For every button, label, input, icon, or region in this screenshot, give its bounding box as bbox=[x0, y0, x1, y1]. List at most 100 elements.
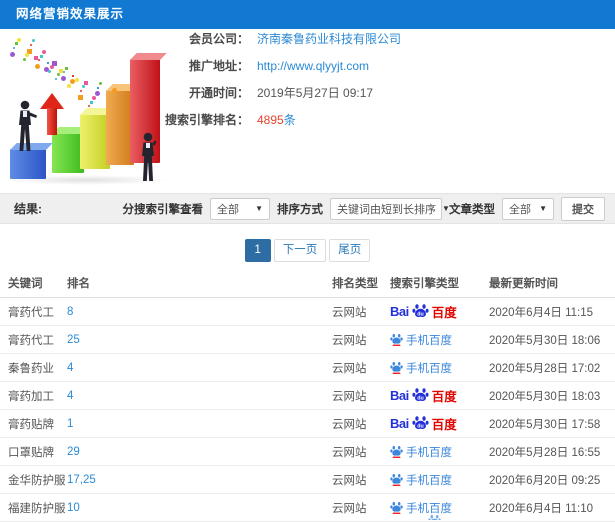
up-arrow-icon bbox=[40, 93, 64, 135]
col-header-rank: 排名 bbox=[67, 269, 332, 298]
confetti-dot bbox=[56, 73, 60, 77]
rank-type-cell: 云网站 bbox=[332, 381, 390, 410]
confetti-dot bbox=[37, 59, 40, 62]
confetti-dot bbox=[39, 54, 43, 58]
engine-filter-value: 全部 bbox=[217, 203, 239, 216]
rank-link[interactable]: 17,25 bbox=[67, 474, 96, 486]
engine-cell: 手机百度 bbox=[390, 325, 489, 354]
updated-cell: 2020年5月28日 17:02 bbox=[489, 353, 615, 382]
businessman-pointing-icon bbox=[19, 100, 37, 151]
baidu-paw-icon bbox=[390, 501, 403, 514]
next-page-button[interactable]: 下一页 bbox=[273, 239, 327, 262]
rank-cell: 17,25 bbox=[67, 465, 332, 494]
confetti-dot bbox=[31, 39, 35, 43]
confetti-dot bbox=[12, 47, 15, 50]
rank-link[interactable]: 8 bbox=[67, 306, 73, 318]
article-type-select[interactable]: 全部 ▼ bbox=[502, 197, 554, 220]
baidu-paw-icon: du bbox=[412, 388, 429, 401]
confetti-dot bbox=[71, 74, 74, 77]
engine-cell: 手机百度 bbox=[390, 437, 489, 466]
engine-cell: 手机百度 bbox=[390, 465, 489, 494]
confetti-dot bbox=[47, 69, 51, 73]
confetti-dot bbox=[79, 89, 82, 92]
updated-cell: 2020年6月20日 09:25 bbox=[489, 465, 615, 494]
svg-text:du: du bbox=[417, 423, 423, 429]
bar-chart-illustration bbox=[0, 35, 178, 187]
sort-filter-label: 排序方式 bbox=[277, 203, 323, 216]
rank-link[interactable]: 4 bbox=[67, 362, 73, 374]
baidu-pc-logo: Bai du 百度 bbox=[390, 304, 457, 320]
article-type-value: 全部 bbox=[509, 203, 531, 216]
submit-button[interactable]: 提交 bbox=[561, 196, 605, 221]
filter-controls: 分搜索引擎查看 全部 ▼ 排序方式 关键词由短到长排序 ▼ 文章类型 全部 ▼ 提交 bbox=[122, 196, 605, 221]
confetti-dot bbox=[96, 86, 99, 89]
filter-bar: 结果: 分搜索引擎查看 全部 ▼ 排序方式 关键词由短到长排序 ▼ 文章类型 全部 ▼… bbox=[0, 193, 615, 224]
table-row: 膏药代工 25 云网站 手机百度 2020年5月30日 18:06 bbox=[0, 325, 615, 354]
table-row: 福建防护服 10 云网站 手机百度 2020年6月4日 11:10 bbox=[0, 493, 615, 522]
promo-url-link[interactable]: http://www.qlyyjt.com bbox=[257, 59, 369, 73]
updated-cell: 2020年5月30日 18:03 bbox=[489, 381, 615, 410]
baidu-mobile-logo: 手机百度 bbox=[390, 500, 452, 516]
confetti-dot bbox=[69, 79, 75, 85]
keyword-cell: 福建防护服 bbox=[0, 493, 67, 522]
rank-link[interactable]: 10 bbox=[67, 502, 80, 514]
rank-cell: 4 bbox=[67, 381, 332, 410]
keyword-cell: 口罩贴牌 bbox=[0, 437, 67, 466]
engine-cell: Bai du 百度 bbox=[390, 409, 489, 438]
table-row: 口罩贴牌 29 云网站 手机百度 2020年5月28日 16:55 bbox=[0, 437, 615, 466]
keyword-cell: 秦鲁药业 bbox=[0, 353, 67, 382]
article-type-label: 文章类型 bbox=[449, 203, 495, 216]
open-time-value: 2019年5月27日 09:17 bbox=[257, 86, 374, 100]
confetti-dot bbox=[17, 37, 21, 42]
updated-cell: 2020年5月30日 17:58 bbox=[489, 409, 615, 438]
rank-cell: 8 bbox=[67, 297, 332, 326]
rank-type-cell: 云网站 bbox=[332, 325, 390, 354]
rank-link[interactable]: 1 bbox=[67, 418, 73, 430]
confetti-dot bbox=[65, 66, 68, 70]
rank-link[interactable]: 4 bbox=[67, 390, 73, 402]
baidu-paw-icon: du bbox=[412, 416, 429, 429]
engine-filter-label: 分搜索引擎查看 bbox=[122, 203, 204, 216]
keyword-cell: 金华防护服 bbox=[0, 465, 67, 494]
keyword-cell: 膏药加工 bbox=[0, 381, 67, 410]
rank-type-cell: 云网站 bbox=[332, 465, 390, 494]
confetti-dot bbox=[111, 88, 117, 94]
keyword-cell: 膏药代工 bbox=[0, 297, 67, 326]
svg-text:du: du bbox=[417, 395, 423, 401]
rank-link[interactable]: 29 bbox=[67, 446, 80, 458]
confetti-dot bbox=[14, 42, 18, 46]
last-page-button[interactable]: 尾页 bbox=[329, 239, 371, 262]
rank-cell: 4 bbox=[67, 353, 332, 382]
businessman-thinking-icon bbox=[142, 132, 157, 181]
page-number-current[interactable]: 1 bbox=[244, 239, 271, 262]
baidu-paw-icon bbox=[428, 514, 441, 520]
engine-filter-select[interactable]: 全部 ▼ bbox=[210, 197, 270, 220]
engine-cell: Bai du 百度 bbox=[390, 297, 489, 326]
rank-link[interactable]: 25 bbox=[67, 334, 80, 346]
rank-cell: 1 bbox=[67, 409, 332, 438]
rank-type-cell: 云网站 bbox=[332, 493, 390, 522]
table-header-row: 关键词 排名 排名类型 搜索引擎类型 最新更新时间 bbox=[0, 269, 615, 298]
updated-cell: 2020年5月30日 18:06 bbox=[489, 325, 615, 354]
rank-cell: 25 bbox=[67, 325, 332, 354]
col-header-rank-type: 排名类型 bbox=[332, 269, 390, 298]
baidu-pc-logo: Bai du 百度 bbox=[390, 416, 457, 432]
member-company-link[interactable]: 济南秦鲁药业科技有限公司 bbox=[257, 32, 401, 46]
baidu-paw-icon: du bbox=[412, 304, 429, 317]
baidu-pc-logo: Bai du 百度 bbox=[390, 388, 457, 404]
pagination: 1 下一页 尾页 bbox=[0, 239, 615, 262]
chevron-down-icon: ▼ bbox=[539, 204, 547, 213]
top-section: 会员公司： 济南秦鲁药业科技有限公司 推广地址： http://www.qlyyjt… bbox=[0, 29, 615, 193]
table-row: 膏药代工 8 云网站 Bai du 百度 2020年6月4日 11:15 bbox=[0, 297, 615, 326]
col-header-engine: 搜索引擎类型 bbox=[390, 269, 489, 298]
engine-cell: Bai du 百度 bbox=[390, 381, 489, 410]
results-table-body: 膏药代工 8 云网站 Bai du 百度 2020年6月4日 11:15 膏药代工 25 云… bbox=[0, 297, 615, 522]
sort-filter-select[interactable]: 关键词由短到长排序 ▼ bbox=[330, 197, 450, 220]
table-row: 膏药贴牌 1 云网站 Bai du 百度 2020年5月30日 17:58 bbox=[0, 409, 615, 438]
member-company-label: 会员公司： bbox=[188, 32, 249, 46]
rank-cell: 29 bbox=[67, 437, 332, 466]
svg-text:du: du bbox=[417, 311, 423, 317]
baidu-paw-icon bbox=[390, 361, 403, 374]
confetti-dot bbox=[75, 77, 80, 82]
rank-type-cell: 云网站 bbox=[332, 353, 390, 382]
